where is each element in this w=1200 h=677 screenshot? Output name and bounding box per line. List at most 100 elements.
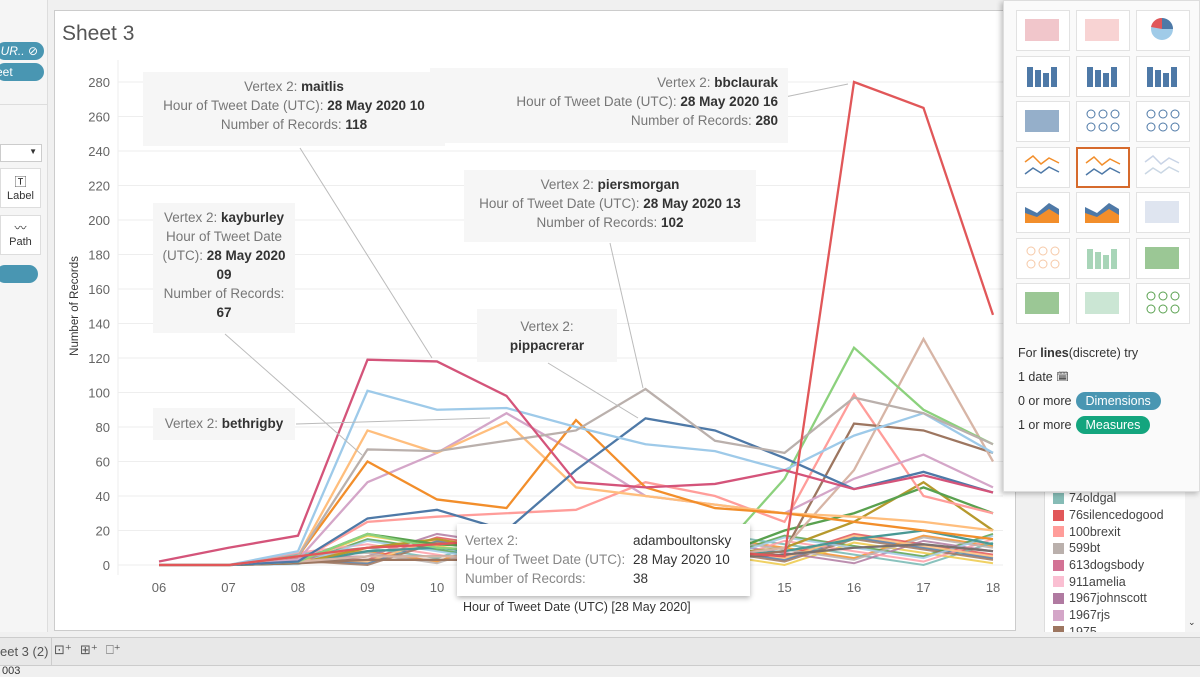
x-tick-label: 07 [221, 580, 235, 595]
show-me-continuous-lines[interactable] [1016, 146, 1070, 188]
histogram-icon [1087, 248, 1117, 269]
show-me-symbol-map[interactable] [1016, 10, 1070, 51]
annotation-value: 28 May 2020 [206, 248, 286, 263]
scatter-plot-icon [1026, 246, 1060, 268]
show-me-stacked-bars[interactable] [1076, 55, 1130, 97]
calendar-icon: 🗓 [1056, 371, 1069, 383]
legend-item[interactable]: 599bt [1045, 540, 1200, 557]
legend-item[interactable]: 100brexit [1045, 523, 1200, 540]
show-me-dual-lines[interactable] [1136, 146, 1190, 188]
annotation-key: Number of Records: [536, 215, 661, 230]
annotation-kayburley[interactable]: Vertex 2: kayburley Hour of Tweet Date (… [153, 203, 295, 333]
circle-view-icon [1086, 109, 1120, 132]
legend-label: 1975. [1069, 624, 1101, 632]
annotation-bbclaurak[interactable]: Vertex 2: bbclaurak Hour of Tweet Date (… [430, 68, 788, 143]
legend-label: 911amelia [1069, 574, 1126, 589]
legend-label: 74oldgal [1069, 491, 1117, 506]
y-tick-label: 220 [88, 179, 110, 194]
legend-item[interactable]: 613dogsbody [1045, 557, 1200, 574]
annotation-value: bethrigby [221, 416, 284, 431]
annotation-key: Number of Records: [163, 286, 285, 301]
annotation-value: kayburley [221, 210, 285, 225]
stacked-bars-icon [1087, 66, 1117, 87]
hint-date: 1 date [1018, 370, 1053, 384]
x-tick-label: 08 [291, 580, 305, 595]
y-tick-label: 160 [88, 282, 110, 297]
annotation-value: maitlis [301, 79, 344, 94]
legend-item[interactable]: 1967johnscott [1045, 590, 1200, 607]
show-me-treemap[interactable] [1016, 101, 1070, 142]
y-tick-label: 180 [88, 248, 110, 263]
show-me-discrete-area[interactable] [1076, 192, 1130, 233]
legend-swatch [1053, 509, 1064, 521]
tooltip-value: 28 May 2020 10 [633, 552, 730, 567]
legend-item[interactable]: 1975. [1045, 624, 1200, 632]
annotation-leader-line [779, 83, 849, 99]
continuous-lines-icon [1024, 154, 1060, 175]
discrete-lines-icon [1085, 155, 1121, 176]
legend-item[interactable]: 76silencedogood [1045, 507, 1200, 524]
show-me-horizontal-bars[interactable] [1016, 55, 1070, 97]
x-tick-label: 17 [916, 580, 930, 595]
legend-swatch [1053, 626, 1064, 632]
annotation-key: Vertex 2: [164, 416, 222, 431]
show-me-circle-view[interactable] [1076, 101, 1130, 142]
y-tick-label: 120 [88, 351, 110, 366]
new-story-icon[interactable]: ⎕⁺ [106, 642, 130, 662]
legend-swatch [1053, 526, 1064, 538]
new-worksheet-icon[interactable]: ⊡⁺ [54, 642, 78, 662]
legend-item[interactable]: 911amelia [1045, 573, 1200, 590]
hint-text: For [1018, 346, 1037, 360]
annotation-value: 67 [216, 305, 232, 320]
hint-text: 1 or more [1018, 418, 1072, 432]
annotation-value: pippacrerar [509, 338, 585, 353]
annotation-value: 118 [345, 117, 368, 132]
legend-item[interactable]: 1967rjs [1045, 607, 1200, 624]
hint-chart-type: lines [1040, 346, 1069, 360]
y-tick-label: 200 [88, 213, 110, 228]
annotation-key: Vertex 2: [520, 319, 574, 334]
show-me-pie-chart[interactable] [1136, 10, 1190, 51]
hint-text: (discrete) try [1068, 346, 1139, 360]
show-me-side-by-side-circles[interactable] [1136, 101, 1190, 142]
show-me-box-plot[interactable] [1136, 237, 1190, 279]
sheet-tab[interactable]: eet 3 (2) [0, 638, 52, 665]
show-me-scatter-plot[interactable] [1016, 237, 1070, 279]
show-me-continuous-area[interactable] [1016, 192, 1070, 233]
show-me-side-by-side-bars[interactable] [1136, 55, 1190, 97]
side-by-side-circles-icon [1146, 109, 1180, 132]
legend-swatch [1053, 592, 1064, 604]
annotation-piersmorgan[interactable]: Vertex 2: piersmorgan Hour of Tweet Date… [464, 170, 756, 242]
legend-scrollbar[interactable]: ⌄ [1185, 490, 1200, 632]
new-dashboard-icon[interactable]: ⊞⁺ [80, 642, 104, 662]
show-me-bullet-graph[interactable] [1076, 283, 1130, 324]
show-me-dual-combination[interactable] [1136, 192, 1190, 233]
annotation-bethrigby[interactable]: Vertex 2: bethrigby [153, 408, 295, 440]
annotation-value: 28 May 2020 10 [327, 98, 425, 113]
show-me-packed-bubbles[interactable] [1136, 283, 1190, 324]
tooltip-key: Vertex 2: [465, 533, 519, 548]
legend-swatch [1053, 609, 1064, 621]
show-me-filled-map[interactable] [1076, 10, 1130, 51]
y-tick-label: 240 [88, 144, 110, 159]
hover-tooltip: Vertex 2: adamboultonsky Hour of Tweet Da… [457, 524, 750, 596]
annotation-key: (UTC): [162, 248, 207, 263]
annotation-leader-line [547, 362, 639, 419]
legend-item[interactable]: 74oldgal [1045, 490, 1200, 507]
show-me-discrete-lines[interactable] [1076, 146, 1130, 188]
filled-map-icon [1085, 19, 1119, 41]
annotation-pippacrerar[interactable]: Vertex 2: pippacrerar [477, 309, 617, 362]
y-tick-label: 260 [88, 110, 110, 125]
show-me-gantt-chart[interactable] [1016, 283, 1070, 324]
horizontal-bars-icon [1027, 66, 1057, 87]
annotation-value: bbclaurak [714, 75, 778, 90]
chevron-down-icon: ⌄ [1188, 617, 1196, 627]
color-legend[interactable]: 74oldgal 76silencedogood 100brexit 599bt 613… [1044, 490, 1200, 632]
annotation-value: 280 [755, 113, 778, 128]
annotation-key: Number of Records: [630, 113, 756, 128]
annotation-key: Vertex 2: [657, 75, 715, 90]
show-me-histogram[interactable] [1076, 237, 1130, 279]
annotation-maitlis[interactable]: Vertex 2: maitlis Hour of Tweet Date (UT… [143, 72, 445, 146]
side-by-side-bars-icon [1147, 66, 1177, 87]
annotation-value: piersmorgan [597, 177, 680, 192]
